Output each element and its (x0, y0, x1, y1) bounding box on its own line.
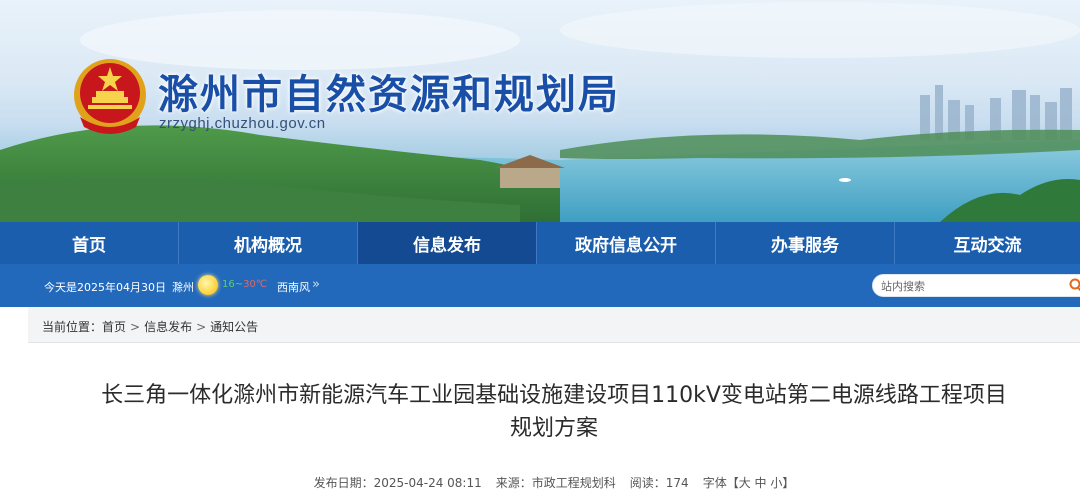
nav-item-gov-info-disclosure[interactable]: 政府信息公开 (537, 222, 716, 264)
views-count: 174 (665, 476, 689, 490)
national-emblem-icon (74, 59, 146, 134)
breadcrumb-notices[interactable]: 通知公告 (210, 320, 258, 334)
font-size-medium-button[interactable]: 中 (755, 476, 767, 490)
publish-date: 2025-04-24 08:11 (373, 476, 482, 490)
header-banner: 滁州市自然资源和规划局 zrzyghj.chuzhou.gov.cn (0, 0, 1080, 222)
source-label: 来源： (495, 476, 532, 490)
site-search (872, 274, 1080, 297)
font-size-bracket: 】 (782, 476, 795, 490)
breadcrumb-info-release[interactable]: 信息发布 (144, 320, 192, 334)
font-size-large-button[interactable]: 大 (739, 476, 751, 490)
nav-item-home[interactable]: 首页 (0, 222, 179, 264)
nav-item-interaction[interactable]: 互动交流 (895, 222, 1080, 264)
breadcrumb-label: 当前位置： (42, 320, 103, 334)
article-meta: 发布日期：2025-04-24 08:11 来源：市政工程规划科 阅读：174 字体【… (28, 474, 1080, 491)
breadcrumb-separator: > (130, 320, 141, 334)
article-title-line: 长三角一体化滁州市新能源汽车工业园基础设施建设项目110kV变电站第二电源线路工… (101, 383, 1007, 408)
site-domain: zrzyghj.chuzhou.gov.cn (159, 115, 326, 132)
breadcrumb-home[interactable]: 首页 (102, 320, 126, 334)
breadcrumb: 当前位置：首页 > 信息发布 > 通知公告 (42, 318, 258, 335)
weather-city: 滁州 (172, 281, 194, 294)
search-input[interactable] (881, 278, 1061, 294)
font-size-label: 字体【 (702, 476, 739, 490)
weather-temperature: 16~30℃ (222, 279, 268, 290)
font-size-small-button[interactable]: 小 (770, 476, 782, 490)
weather-wind: 西南风 (277, 281, 310, 294)
sun-icon (198, 275, 218, 295)
double-chevron-right-icon: » (312, 277, 320, 292)
site-title: 滁州市自然资源和规划局 (158, 72, 620, 118)
search-icon[interactable] (1068, 277, 1080, 293)
nav-item-organization[interactable]: 机构概况 (179, 222, 358, 264)
article-title-line: 规划方案 (509, 416, 598, 441)
nav-item-services[interactable]: 办事服务 (716, 222, 895, 264)
article-title: 长三角一体化滁州市新能源汽车工业园基础设施建设项目110kV变电站第二电源线路工… (68, 379, 1040, 445)
publish-date-label: 发布日期： (313, 476, 374, 490)
nav-item-info-release[interactable]: 信息发布 (358, 222, 537, 264)
today-date: 今天是2025年04月30日 (44, 281, 166, 294)
source-value: 市政工程规划科 (531, 476, 616, 490)
breadcrumb-bar: 当前位置：首页 > 信息发布 > 通知公告 (28, 307, 1080, 343)
breadcrumb-separator: > (196, 320, 207, 334)
main-nav: 首页 机构概况 信息发布 政府信息公开 办事服务 互动交流 (0, 222, 1080, 264)
article: 长三角一体化滁州市新能源汽车工业园基础设施建设项目110kV变电站第二电源线路工… (28, 343, 1080, 496)
views-label: 阅读： (629, 476, 666, 490)
